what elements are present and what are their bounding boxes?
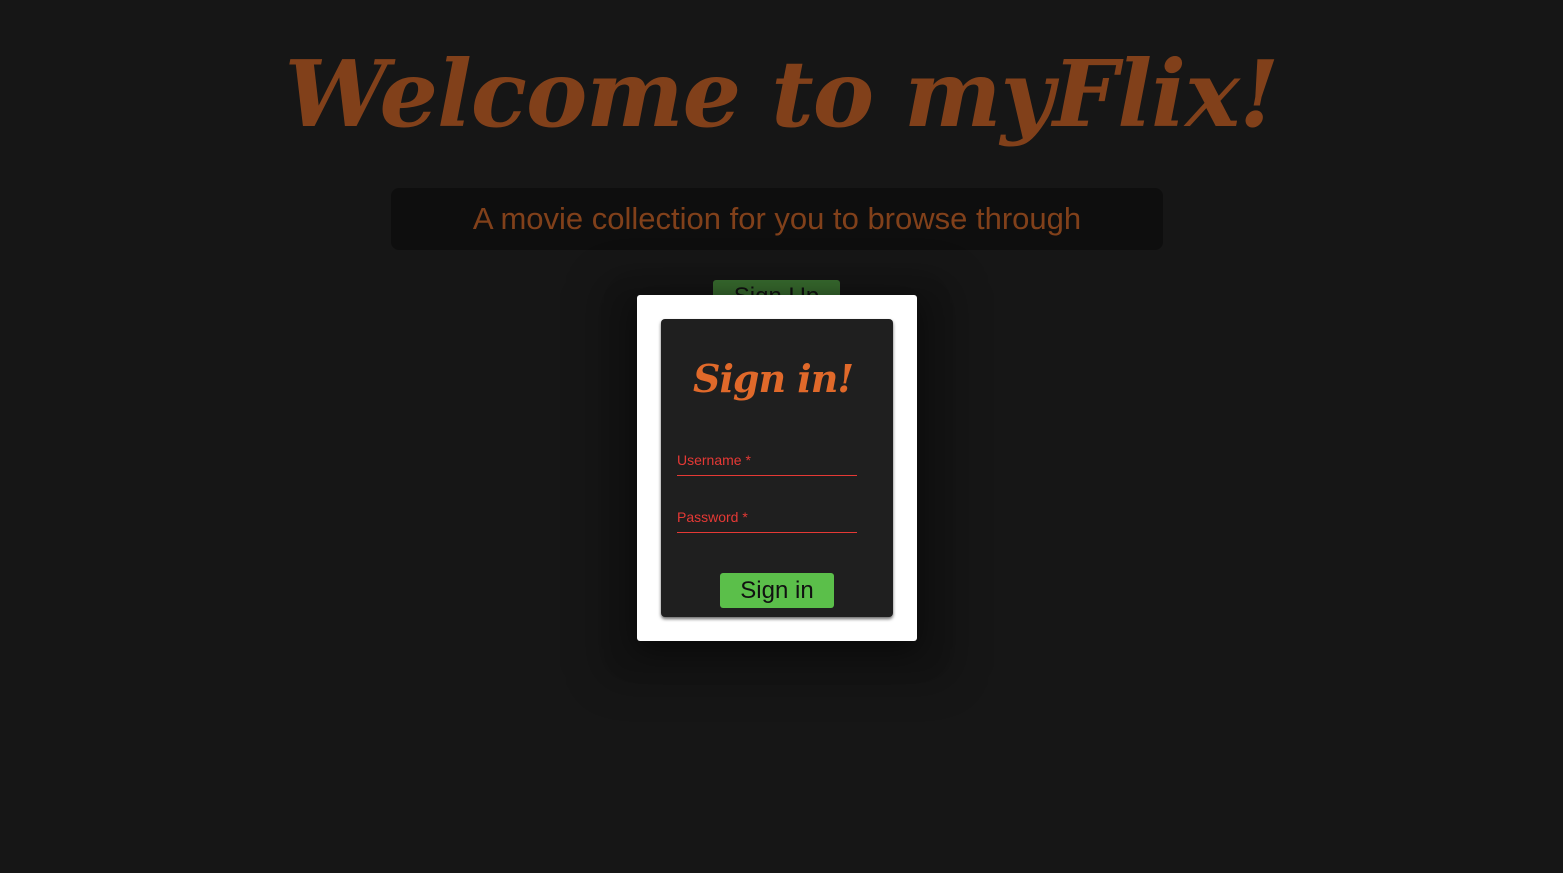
username-input[interactable] <box>677 449 857 475</box>
tagline-banner: A movie collection for you to browse thr… <box>391 188 1163 250</box>
signin-button[interactable]: Sign in <box>720 573 834 608</box>
page-title: Welcome to myFlix! <box>284 40 1280 148</box>
password-field[interactable]: Password * <box>677 506 857 533</box>
login-card: Sign in! Username * Password * Sign in <box>661 319 893 617</box>
login-modal: Sign in! Username * Password * Sign in <box>637 295 917 641</box>
username-field[interactable]: Username * <box>677 449 857 476</box>
tagline-text: A movie collection for you to browse thr… <box>472 201 1082 236</box>
password-input[interactable] <box>677 506 857 532</box>
login-title: Sign in! <box>693 356 854 401</box>
page: Welcome to myFlix! A movie collection fo… <box>0 0 1563 873</box>
